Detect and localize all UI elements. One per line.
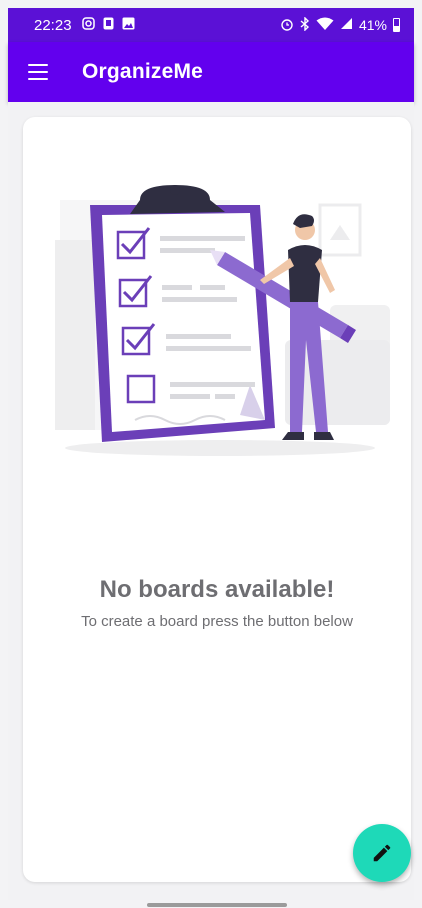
battery-percent: 41% bbox=[358, 17, 387, 33]
create-board-button[interactable] bbox=[353, 824, 411, 882]
app-title: OrganizeMe bbox=[82, 60, 204, 83]
status-bar: 22:23 41% bbox=[8, 8, 414, 42]
status-right-icons: 41% bbox=[280, 15, 400, 34]
app-bar: OrganizeMe bbox=[8, 42, 414, 102]
wifi-icon bbox=[316, 17, 334, 34]
status-time: 22:23 bbox=[34, 16, 72, 34]
empty-boards-illustration bbox=[55, 185, 390, 456]
notification-icon bbox=[103, 17, 114, 33]
empty-state-title: No boards available! bbox=[99, 576, 335, 603]
instagram-icon bbox=[81, 17, 95, 33]
bluetooth-icon bbox=[300, 15, 310, 34]
alarm-icon bbox=[280, 17, 294, 34]
signal-icon bbox=[340, 17, 353, 33]
pencil-icon bbox=[373, 844, 391, 862]
gesture-nav-handle[interactable] bbox=[147, 903, 287, 907]
image-icon bbox=[122, 17, 135, 33]
menu-icon[interactable] bbox=[28, 64, 48, 80]
empty-state-subtitle: To create a board press the button below bbox=[81, 613, 353, 630]
battery-icon bbox=[393, 18, 400, 32]
